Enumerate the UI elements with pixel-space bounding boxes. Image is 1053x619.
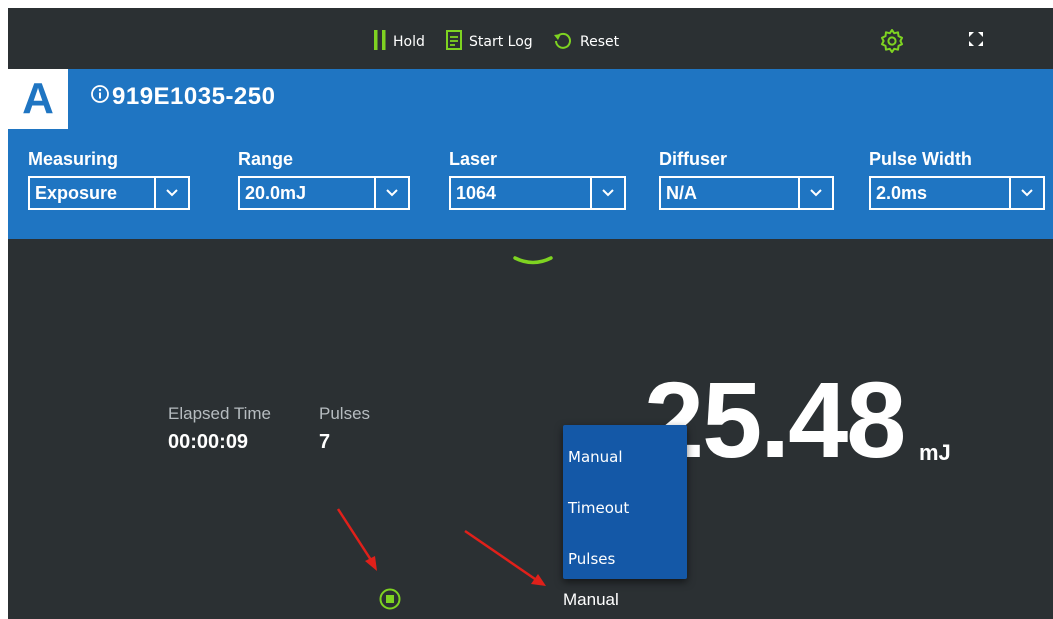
diffuser-value: N/A [666,182,697,203]
log-icon [446,30,462,54]
laser-select[interactable]: 1064 [449,176,626,210]
pulses-label: Pulses [319,404,371,423]
gear-icon[interactable] [879,28,905,54]
mode-selector[interactable]: Manual [563,590,619,610]
chevron-down-icon [798,178,832,208]
start-log-button[interactable]: Start Log [446,30,533,54]
measuring-select[interactable]: Exposure [28,176,190,210]
expand-chevron-icon[interactable] [513,254,553,266]
start-log-label: Start Log [469,34,533,50]
arrow-to-mode-head [531,574,546,586]
pulse-width-label: Pulse Width [869,149,972,169]
elapsed-time-value: 00:00:09 [168,431,249,453]
pulse-width-select[interactable]: 2.0ms [869,176,1045,210]
laser-value: 1064 [456,182,497,203]
menu-item-manual[interactable]: Manual [568,448,623,466]
pulses-value: 7 [319,431,331,453]
menu-item-timeout[interactable]: Timeout [568,499,629,517]
arrow-to-stop [336,508,373,561]
chevron-down-icon [154,178,188,208]
chevron-down-icon [374,178,408,208]
top-toolbar: Hold Start Log Reset [8,8,1053,69]
laser-label: Laser [449,149,498,169]
measuring-label: Measuring [28,149,119,169]
fullscreen-icon[interactable] [968,31,984,47]
diffuser-select[interactable]: N/A [659,176,834,210]
range-select[interactable]: 20.0mJ [238,176,410,210]
device-header: A 919E1035-250 Measuring Exposure Range … [8,69,1053,239]
reading-unit: mJ [919,440,951,465]
reset-icon [553,30,573,54]
arrow-to-stop-head [365,556,377,571]
elapsed-time-label: Elapsed Time [168,404,271,423]
menu-item-pulses[interactable]: Pulses [568,550,615,568]
hold-label: Hold [393,34,425,50]
chevron-down-icon [590,178,624,208]
diffuser-label: Diffuser [659,149,728,169]
arrow-to-mode [464,529,536,581]
device-serial[interactable]: 919E1035-250 [90,83,275,111]
pulse-width-value: 2.0ms [876,182,928,203]
chevron-down-icon [1009,178,1043,208]
reset-label: Reset [580,34,620,50]
hold-button[interactable]: Hold [374,30,425,54]
serial-number: 919E1035-250 [112,83,276,110]
range-label: Range [238,149,294,169]
mode-dropdown-menu: Manual Timeout Pulses [563,425,687,579]
measuring-value: Exposure [35,182,118,203]
app-window: Hold Start Log Reset A 919E1035-250 Meas… [8,8,1053,619]
info-icon [90,83,110,111]
stop-icon[interactable] [379,588,401,610]
channel-badge: A [8,69,68,129]
reset-button[interactable]: Reset [553,30,619,54]
pause-icon [374,30,386,54]
range-value: 20.0mJ [245,182,307,203]
